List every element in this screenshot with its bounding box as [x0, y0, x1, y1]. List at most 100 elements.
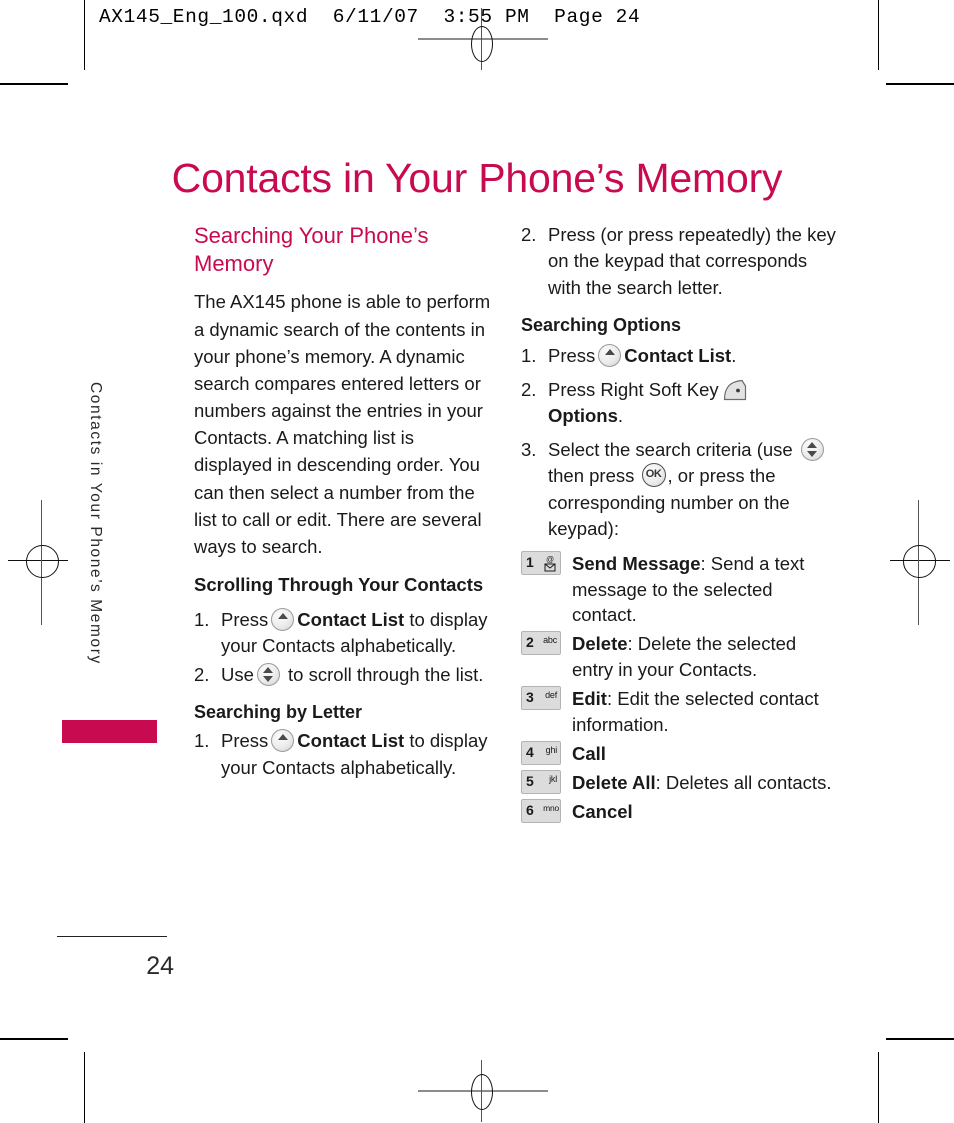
- list-item: 2. Use to scroll through the list.: [194, 662, 496, 688]
- list-item: 3. Select the search criteria (use then p…: [521, 437, 836, 543]
- key-letters: mno: [543, 802, 559, 813]
- step-number: 2.: [521, 224, 537, 245]
- letter-steps-list: 1. Press Contact List to display your Cont…: [194, 728, 496, 781]
- step3-lead: Select the search criteria (use: [548, 438, 793, 460]
- list-item: 1. Press Contact List to display your Cont…: [194, 607, 496, 660]
- option-text: Cancel: [572, 799, 836, 825]
- subheading-searching-options: Searching Options: [521, 315, 682, 336]
- scrolling-steps-list: 1. Press Contact List to display your Cont…: [194, 607, 496, 688]
- footer-rule: [57, 936, 167, 937]
- option-label: Delete All: [572, 771, 656, 793]
- registration-mark-bottom: [418, 1060, 548, 1122]
- crop-mark-horizontal-bottom-right: [886, 1038, 954, 1040]
- ok-key-icon: OK: [641, 463, 666, 488]
- key-digit: 5: [526, 772, 534, 789]
- step-text-bold: Contact List: [297, 608, 405, 630]
- key-5-jkl-icon: 5 jkl: [521, 769, 561, 794]
- step-text-bold: Options: [548, 405, 618, 427]
- step-text-pre: Press: [548, 345, 596, 367]
- step3-mid: then press: [548, 465, 635, 487]
- key-letters: abc: [543, 635, 557, 646]
- key-4-ghi-icon: 4 ghi: [521, 740, 561, 765]
- option-label: Edit: [572, 688, 607, 710]
- nav-updown-key-icon: [256, 662, 280, 686]
- step-number: 2.: [194, 663, 210, 685]
- step-text-bold: Contact List: [624, 345, 732, 367]
- step-text: Press (or press repeatedly) the key on t…: [548, 224, 836, 298]
- step-number: 1.: [194, 608, 210, 630]
- option-text: Delete All: Deletes all contacts.: [572, 770, 836, 796]
- key-digit: 4: [526, 743, 534, 760]
- key-letters: ghi: [545, 744, 558, 755]
- crop-mark-vertical-bottom-right: [878, 1052, 879, 1123]
- option-label: Cancel: [572, 800, 633, 822]
- intro-paragraph: The AX145 phone is able to perform a dyn…: [194, 291, 491, 557]
- list-item: 2 abc Delete: Delete the selected entry …: [521, 631, 836, 683]
- crop-mark-vertical-top-right: [878, 0, 879, 70]
- key-letters: jkl: [549, 773, 557, 784]
- step-number: 1.: [194, 730, 210, 752]
- svg-text:@: @: [546, 555, 554, 564]
- nav-up-key-icon: [271, 729, 295, 753]
- list-item: 6 mno Cancel: [521, 798, 836, 825]
- option-label: Call: [572, 742, 606, 764]
- option-text: Send Message: Send a text message to the…: [572, 551, 836, 629]
- key-digit: 6: [526, 801, 534, 818]
- key-1-message-icon: 1 @: [521, 550, 561, 575]
- nav-up-key-icon: [598, 344, 622, 368]
- option-label: Delete: [572, 633, 628, 655]
- step-text-post: to scroll through the list.: [282, 663, 484, 685]
- step-number: 3.: [521, 438, 537, 460]
- option-text: Call: [572, 741, 836, 767]
- letter-steps-continued-list: 2. Press (or press repeatedly) the key on…: [521, 222, 836, 301]
- key-digit: 3: [526, 689, 534, 706]
- list-item: 5 jkl Delete All: Deletes all contacts.: [521, 769, 836, 796]
- step-text-pre: Press: [221, 730, 269, 752]
- right-soft-key-icon: [721, 379, 748, 401]
- page-number: 24: [146, 952, 174, 980]
- list-item: 1 @ Send Message: Send a text message to…: [521, 550, 836, 629]
- step-text-post: .: [617, 405, 624, 427]
- list-item: 3 def Edit: Edit the selected contact in…: [521, 686, 836, 738]
- key-digit: 1: [526, 553, 534, 570]
- step-text-pre: Use: [221, 663, 254, 685]
- step-number: 1.: [521, 345, 537, 367]
- crop-mark-vertical-bottom-left: [84, 1052, 85, 1123]
- nav-updown-key-icon: [800, 437, 824, 461]
- list-item: 1. Press Contact List.: [521, 343, 836, 369]
- key-digit: 2: [526, 634, 534, 651]
- options-steps-list: 1. Press Contact List. 2. Press Right Soft …: [521, 343, 836, 542]
- prepress-slug-line: AX145_Eng_100.qxd 6/11/07 3:55 PM Page 2…: [99, 6, 641, 28]
- running-head-tab: [62, 720, 157, 743]
- key-2-abc-icon: 2 abc: [521, 631, 561, 656]
- option-label: Send Message: [572, 552, 701, 574]
- list-item: 1. Press Contact List to display your Cont…: [194, 728, 496, 781]
- step-text-bold: Contact List: [297, 730, 405, 752]
- step-number: 2.: [521, 378, 537, 400]
- subheading-scrolling-through-contacts: Scrolling Through Your Contacts: [194, 574, 484, 596]
- step-text-pre: Press Right Soft Key: [548, 378, 719, 400]
- list-item: 2. Press Right Soft Key Options.: [521, 377, 836, 430]
- key-6-mno-icon: 6 mno: [521, 798, 561, 823]
- running-head-vertical-label: Contacts in Your Phone’s Memory: [87, 382, 104, 665]
- crop-mark-vertical-top-left: [84, 0, 85, 70]
- list-item: 4 ghi Call: [521, 740, 836, 767]
- crop-mark-horizontal-top-right: [886, 83, 954, 85]
- keypad-options-list: 1 @ Send Message: Send a text message to…: [521, 550, 836, 825]
- option-desc: : Edit the selected contact information.: [572, 688, 819, 735]
- nav-up-key-icon: [271, 607, 295, 631]
- step-text-pre: Press: [221, 608, 269, 630]
- step-text-post: .: [731, 345, 737, 367]
- option-text: Delete: Delete the selected entry in you…: [572, 631, 836, 683]
- registration-mark-right: [890, 500, 950, 625]
- left-column: Searching Your Phone’s Memory The AX145 …: [194, 222, 496, 793]
- key-3-def-icon: 3 def: [521, 686, 561, 711]
- list-item: 2. Press (or press repeatedly) the key on…: [521, 222, 836, 301]
- section-heading-searching-memory: Searching Your Phone’s Memory: [194, 223, 429, 277]
- page-title: Contacts in Your Phone’s Memory: [171, 155, 783, 202]
- key-letters: def: [545, 690, 557, 701]
- registration-mark-left: [8, 500, 68, 625]
- right-column: 2. Press (or press repeatedly) the key on…: [521, 222, 836, 828]
- crop-mark-horizontal-bottom-left: [0, 1038, 68, 1040]
- subheading-searching-by-letter: Searching by Letter: [194, 702, 363, 723]
